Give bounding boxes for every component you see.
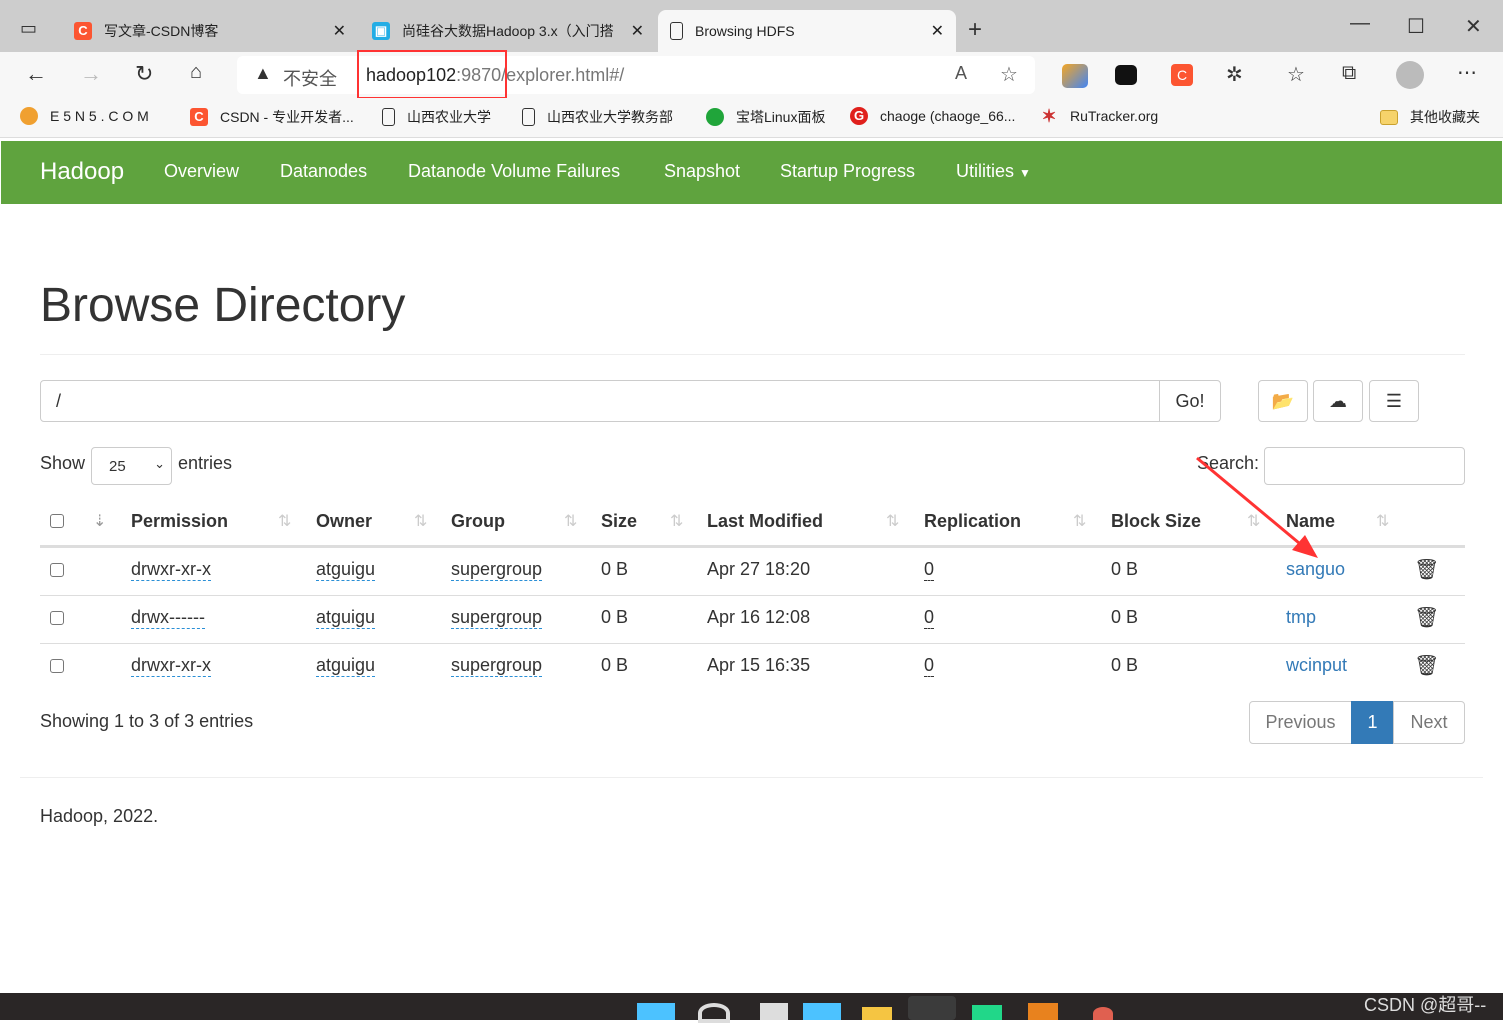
app-icon[interactable] [1028, 1003, 1058, 1020]
start-icon[interactable] [637, 1003, 675, 1020]
file-explorer-icon[interactable] [862, 1007, 892, 1020]
pycharm-icon[interactable] [972, 1005, 1002, 1020]
arrow-head [1292, 535, 1318, 558]
search-taskbar-icon[interactable] [698, 1003, 730, 1023]
taskbar: CSDN @超哥-- [0, 993, 1503, 1023]
app-icon[interactable] [1093, 1007, 1113, 1020]
arrow-line [1196, 456, 1306, 550]
watermark: CSDN @超哥-- [1364, 995, 1487, 1015]
widgets-icon[interactable] [803, 1003, 841, 1020]
edge-taskbar-icon[interactable] [908, 996, 956, 1020]
task-view-icon[interactable] [760, 1003, 788, 1020]
annotation-arrow [1196, 456, 1318, 558]
